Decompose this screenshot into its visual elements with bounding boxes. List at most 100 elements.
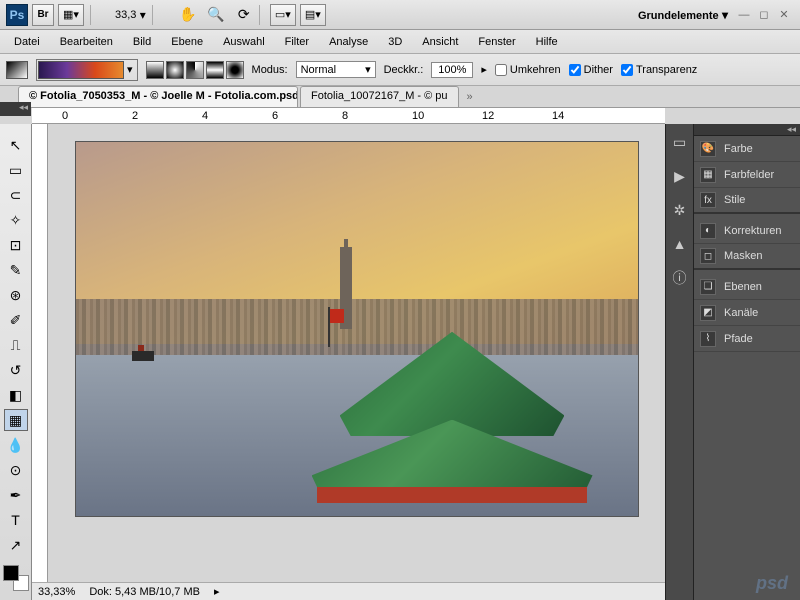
document-tab[interactable]: © Fotolia_7050353_M - © Joelle M - Fotol… (18, 86, 298, 107)
blur-tool-icon[interactable]: 💧 (4, 434, 28, 456)
canvas-area (32, 124, 665, 600)
panel-farbfelder[interactable]: ▦Farbfelder (694, 162, 800, 188)
gradient-picker-dropdown[interactable]: ▾ (124, 63, 136, 76)
status-doc-size[interactable]: Dok: 5,43 MB/10,7 MB (89, 586, 200, 598)
panel-stile[interactable]: fxStile (694, 188, 800, 214)
canvas[interactable] (48, 124, 665, 600)
heal-tool-icon[interactable]: ⊛ (4, 284, 28, 306)
document-tabs: © Fotolia_7050353_M - © Joelle M - Fotol… (0, 86, 800, 108)
paths-icon: ⌇ (700, 331, 716, 347)
opacity-input[interactable]: 100% (431, 62, 473, 78)
document-image (76, 142, 638, 516)
menu-fenster[interactable]: Fenster (468, 32, 525, 52)
rotate-view-icon[interactable]: ⟳ (235, 6, 253, 24)
pen-tool-icon[interactable]: ✒ (4, 484, 28, 506)
opacity-label: Deckkr.: (384, 64, 424, 76)
bridge-button[interactable]: Br (32, 4, 54, 26)
brush-tool-icon[interactable]: ✐ (4, 309, 28, 331)
path-select-icon[interactable]: ↗ (4, 534, 28, 556)
view-tools: ✋ 🔍 ⟳ (179, 6, 253, 24)
panel-ebenen[interactable]: ❏Ebenen (694, 274, 800, 300)
info-panel-icon[interactable]: ⓘ (670, 268, 690, 288)
blend-mode-select[interactable]: Normal▾ (296, 61, 376, 78)
tabs-overflow-icon[interactable]: » (467, 91, 473, 103)
menu-analyse[interactable]: Analyse (319, 32, 378, 52)
gradient-angle-icon[interactable] (186, 61, 204, 79)
watermark: psd (756, 573, 788, 594)
menu-auswahl[interactable]: Auswahl (213, 32, 275, 52)
close-button[interactable]: ✕ (774, 8, 794, 21)
ruler-horizontal[interactable]: 0 2 4 6 8 10 12 14 (32, 108, 665, 124)
stamp-tool-icon[interactable]: ⎍ (4, 334, 28, 356)
ruler-vertical[interactable] (32, 124, 48, 600)
gradient-diamond-icon[interactable] (226, 61, 244, 79)
toolbox-collapse-icon[interactable]: ◂◂ (0, 102, 31, 116)
mode-label: Modus: (252, 64, 288, 76)
menu-filter[interactable]: Filter (275, 32, 319, 52)
marquee-tool-icon[interactable]: ▭ (4, 159, 28, 181)
panel-korrekturen[interactable]: ◐Korrekturen (694, 218, 800, 244)
gradient-linear-icon[interactable] (146, 61, 164, 79)
styles-icon: fx (700, 192, 716, 208)
eyedropper-tool-icon[interactable]: ✎ (4, 259, 28, 281)
status-zoom[interactable]: 33,33% (38, 586, 75, 598)
toolbox: ◂◂ ↖ ▭ ⊂ ✧ ⊡ ✎ ⊛ ✐ ⎍ ↺ ◧ ▦ 💧 ⊙ ✒ T ↗ (0, 124, 32, 600)
workspace-switcher[interactable]: Grundelemente ▾ (638, 8, 728, 22)
maximize-button[interactable]: ◻ (754, 8, 774, 21)
hand-icon[interactable]: ✋ (179, 6, 197, 24)
menu-3d[interactable]: 3D (378, 32, 412, 52)
zoom-icon[interactable]: 🔍 (207, 6, 225, 24)
zoom-readout[interactable]: 33,3 ▾ (115, 8, 146, 22)
tool-preset-icon[interactable] (6, 61, 28, 79)
menu-hilfe[interactable]: Hilfe (526, 32, 568, 52)
menu-datei[interactable]: Datei (4, 32, 50, 52)
gradient-tool-icon[interactable]: ▦ (4, 409, 28, 431)
crop-tool-icon[interactable]: ⊡ (4, 234, 28, 256)
lasso-tool-icon[interactable]: ⊂ (4, 184, 28, 206)
panel-icon-strip: ▭ ▶ ✲ ▲ ⓘ (665, 124, 693, 600)
minibridge-button[interactable]: ▦▾ (58, 4, 84, 26)
dither-checkbox[interactable]: Dither (569, 64, 613, 76)
status-bar: 33,33% Dok: 5,43 MB/10,7 MB ▸ (32, 582, 665, 600)
panels-dock: ◂◂ 🎨Farbe ▦Farbfelder fxStile ◐Korrektur… (693, 124, 800, 600)
navigator-panel-icon[interactable]: ✲ (670, 200, 690, 220)
transparency-checkbox[interactable]: Transparenz (621, 64, 697, 76)
wand-tool-icon[interactable]: ✧ (4, 209, 28, 231)
actions-panel-icon[interactable]: ▶ (670, 166, 690, 186)
status-arrow-icon[interactable]: ▸ (214, 585, 220, 598)
adjustments-icon: ◐ (700, 223, 716, 239)
menu-bild[interactable]: Bild (123, 32, 161, 52)
options-bar: ▾ Modus: Normal▾ Deckkr.: 100%▸ Umkehren… (0, 54, 800, 86)
panel-masken[interactable]: ◻Masken (694, 244, 800, 270)
channels-icon: ◩ (700, 305, 716, 321)
palette-icon: 🎨 (700, 141, 716, 157)
menu-bar: Datei Bearbeiten Bild Ebene Auswahl Filt… (0, 30, 800, 54)
type-tool-icon[interactable]: T (4, 509, 28, 531)
color-swatches[interactable] (3, 565, 29, 591)
move-tool-icon[interactable]: ↖ (4, 134, 28, 156)
panel-kanaele[interactable]: ◩Kanäle (694, 300, 800, 326)
masks-icon: ◻ (700, 248, 716, 264)
menu-ansicht[interactable]: Ansicht (412, 32, 468, 52)
reverse-checkbox[interactable]: Umkehren (495, 64, 561, 76)
gradient-radial-icon[interactable] (166, 61, 184, 79)
eraser-tool-icon[interactable]: ◧ (4, 384, 28, 406)
minimize-button[interactable]: — (734, 9, 754, 21)
history-panel-icon[interactable]: ▭ (670, 132, 690, 152)
dodge-tool-icon[interactable]: ⊙ (4, 459, 28, 481)
panel-farbe[interactable]: 🎨Farbe (694, 136, 800, 162)
screen-mode-button[interactable]: ▭▾ (270, 4, 296, 26)
document-tab[interactable]: Fotolia_10072167_M - © pu (300, 86, 459, 107)
title-bar: Ps Br ▦▾ 33,3 ▾ ✋ 🔍 ⟳ ▭▾ ▤▾ Grundelement… (0, 0, 800, 30)
gradient-reflected-icon[interactable] (206, 61, 224, 79)
panel-pfade[interactable]: ⌇Pfade (694, 326, 800, 352)
menu-ebene[interactable]: Ebene (161, 32, 213, 52)
menu-bearbeiten[interactable]: Bearbeiten (50, 32, 123, 52)
panel-collapse-icon[interactable]: ◂◂ (694, 124, 800, 136)
gradient-preview[interactable] (38, 61, 124, 79)
swatches-icon: ▦ (700, 167, 716, 183)
arrange-docs-button[interactable]: ▤▾ (300, 4, 326, 26)
photoshop-logo-icon: Ps (6, 4, 28, 26)
histogram-panel-icon[interactable]: ▲ (670, 234, 690, 254)
history-brush-icon[interactable]: ↺ (4, 359, 28, 381)
